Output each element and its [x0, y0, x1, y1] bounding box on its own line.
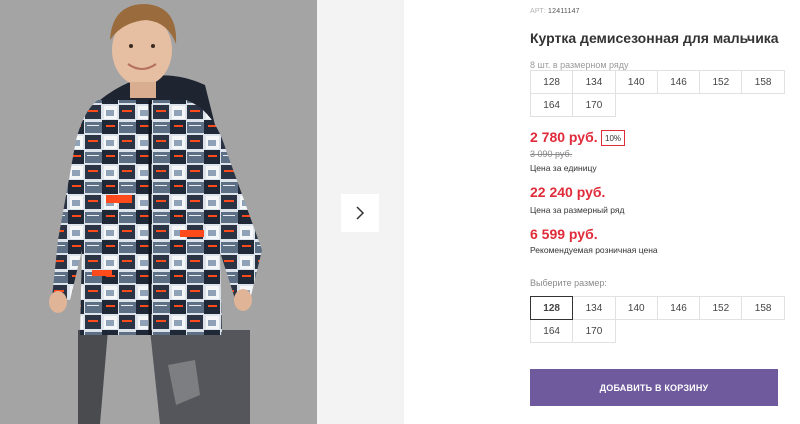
pack-price: 22 240 руб. — [530, 184, 606, 200]
size-option-170[interactable]: 170 — [572, 319, 616, 343]
pack-size-cell: 146 — [656, 70, 701, 94]
pack-size-cell: 170 — [572, 93, 616, 117]
product-gallery — [0, 0, 404, 424]
rrp-price: 6 599 руб. — [530, 226, 598, 242]
rrp-price-caption: Рекомендуемая розничная цена — [530, 245, 658, 255]
choose-size-label: Выберите размер: — [530, 278, 607, 288]
size-selector: 128 134 140 146 152 158 164 170 — [530, 296, 785, 343]
pack-size-cell: 128 — [530, 70, 574, 94]
size-option-134[interactable]: 134 — [572, 296, 616, 320]
pack-size-cell: 158 — [741, 70, 785, 94]
add-to-cart-button[interactable]: ДОБАВИТЬ В КОРЗИНУ — [530, 369, 778, 406]
pack-size-cell: 134 — [572, 70, 616, 94]
pack-size-cell: 152 — [699, 70, 743, 94]
pack-size-grid: 128 134 140 146 152 158 164 170 — [530, 70, 785, 117]
size-option-146[interactable]: 146 — [656, 296, 701, 320]
article-value: 12411147 — [548, 8, 580, 15]
size-option-140[interactable]: 140 — [614, 296, 658, 320]
pack-size-cell: 164 — [530, 93, 574, 117]
size-option-158[interactable]: 158 — [741, 296, 785, 320]
article-label: АРТ: — [530, 8, 547, 15]
old-price: 3 090 руб. — [530, 149, 573, 159]
chevron-right-icon — [356, 206, 365, 220]
product-title: Куртка демисезонная для мальчика — [530, 30, 779, 46]
pack-size-cell: 140 — [614, 70, 658, 94]
product-photo[interactable] — [0, 0, 317, 424]
product-info: АРТ: 12411147 Куртка демисезонная для мал… — [530, 0, 790, 424]
pack-price-caption: Цена за размерный ряд — [530, 205, 625, 215]
size-option-152[interactable]: 152 — [699, 296, 743, 320]
product-photo-illustration — [0, 0, 317, 424]
unit-price: 2 780 руб. — [530, 129, 598, 145]
unit-price-caption: Цена за единицу — [530, 163, 597, 173]
discount-badge: 10% — [601, 130, 626, 146]
size-option-128[interactable]: 128 — [530, 296, 574, 320]
pack-note: 8 шт. в размерном ряду — [530, 60, 629, 70]
article-number: АРТ: 12411147 — [530, 8, 580, 15]
gallery-next-button[interactable] — [341, 194, 379, 232]
size-option-164[interactable]: 164 — [530, 319, 574, 343]
